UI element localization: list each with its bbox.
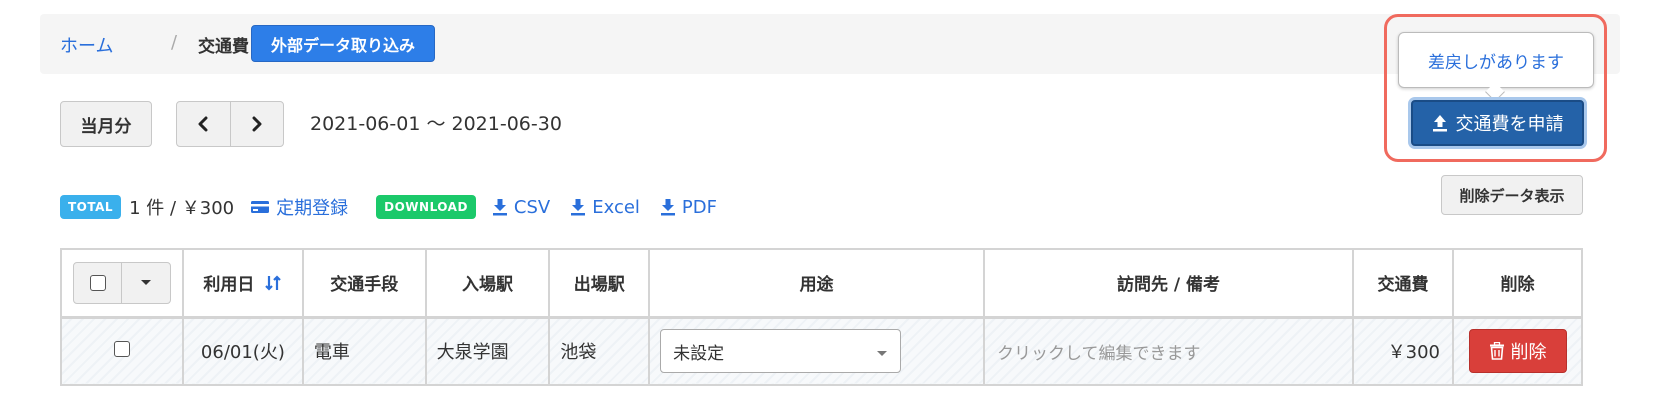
row-select-cell <box>60 316 184 386</box>
period-nav-group <box>176 101 284 147</box>
total-badge: TOTAL <box>60 195 122 219</box>
delete-row-button[interactable]: 削除 <box>1468 329 1567 374</box>
upload-icon <box>1432 115 1447 132</box>
expense-table: 利用日 交通手段 入場駅 出場駅 用途 訪問先 / 備考 交通費 削除 06/0… <box>60 248 1583 386</box>
chevron-right-icon <box>252 116 262 132</box>
row-fare: ￥300 <box>1352 316 1454 386</box>
table-row: 06/01(火) 電車 大泉学園 池袋 未設定 クリックして編集できます ￥30… <box>60 316 1583 386</box>
apply-transport-expense-button[interactable]: 交通費を申請 <box>1411 100 1584 146</box>
breadcrumb-home-link[interactable]: ホーム <box>60 32 113 58</box>
row-delete-cell: 削除 <box>1452 316 1583 386</box>
row-destination-cell[interactable]: クリックして編集できます <box>982 316 1355 386</box>
download-icon <box>571 199 586 216</box>
header-purpose: 用途 <box>648 248 985 318</box>
download-excel-link[interactable]: Excel <box>570 197 640 218</box>
breadcrumb-separator: / <box>171 32 178 53</box>
total-text: 1 件 / ￥300 <box>129 198 235 219</box>
pdf-label: PDF <box>681 196 717 218</box>
row-date: 06/01(火) <box>181 316 304 386</box>
header-fare: 交通費 <box>1352 248 1454 318</box>
row-transport: 電車 <box>301 316 427 386</box>
period-range: 2021-06-01 〜 2021-06-30 <box>310 113 562 135</box>
table-header-row: 利用日 交通手段 入場駅 出場駅 用途 訪問先 / 備考 交通費 削除 <box>60 248 1583 318</box>
destination-placeholder: クリックして編集できます <box>996 343 1201 364</box>
download-pdf-link[interactable]: PDF <box>660 197 717 218</box>
returned-notice-tooltip: 差戻しがあります <box>1398 32 1594 88</box>
commuter-pass-label: 定期登録 <box>276 198 349 219</box>
breadcrumb-current: 交通費 <box>198 37 249 57</box>
apply-button-label: 交通費を申請 <box>1455 114 1564 135</box>
row-checkbox[interactable] <box>113 340 130 357</box>
row-exit-station: 池袋 <box>548 316 651 386</box>
import-external-data-button[interactable]: 外部データ取り込み <box>251 25 435 62</box>
header-date[interactable]: 利用日 <box>181 248 304 318</box>
breadcrumb: ホーム / 交通費 外部データ取り込み <box>40 14 1620 74</box>
download-icon <box>492 199 507 216</box>
download-icon <box>660 199 675 216</box>
checkbox-icon <box>89 274 106 291</box>
chevron-left-icon <box>198 116 208 132</box>
purpose-select[interactable]: 未設定 <box>660 329 902 374</box>
sort-icon <box>265 275 282 291</box>
csv-label: CSV <box>513 196 551 218</box>
caret-down-icon <box>141 279 152 285</box>
bulk-select-dropdown[interactable] <box>121 262 170 303</box>
purpose-select-value: 未設定 <box>673 343 725 364</box>
header-date-label: 利用日 <box>203 275 255 296</box>
row-entry-station: 大泉学園 <box>424 316 551 386</box>
commuter-pass-link[interactable]: 定期登録 <box>250 194 348 220</box>
bulk-select-combo <box>72 261 171 304</box>
delete-button-label: 削除 <box>1510 342 1547 364</box>
credit-card-icon <box>251 201 270 213</box>
current-month-button[interactable]: 当月分 <box>60 101 152 147</box>
header-exit-station: 出場駅 <box>548 248 651 318</box>
prev-period-button[interactable] <box>177 102 230 146</box>
caret-down-icon <box>877 351 888 357</box>
header-transport: 交通手段 <box>301 248 427 318</box>
show-deleted-data-button[interactable]: 削除データ表示 <box>1441 175 1583 215</box>
select-all-checkbox[interactable] <box>74 263 122 303</box>
summary-bar: TOTAL 1 件 / ￥300 定期登録 DOWNLOAD CSV Excel… <box>60 194 717 220</box>
download-badge: DOWNLOAD <box>376 195 476 219</box>
next-period-button[interactable] <box>229 102 284 146</box>
trash-icon <box>1489 342 1504 361</box>
header-delete: 削除 <box>1452 248 1583 318</box>
header-entry-station: 入場駅 <box>424 248 551 318</box>
download-csv-link[interactable]: CSV <box>492 197 550 218</box>
row-purpose-cell: 未設定 <box>648 316 985 386</box>
header-destination: 訪問先 / 備考 <box>982 248 1355 318</box>
excel-label: Excel <box>592 196 640 218</box>
header-select <box>60 248 184 318</box>
